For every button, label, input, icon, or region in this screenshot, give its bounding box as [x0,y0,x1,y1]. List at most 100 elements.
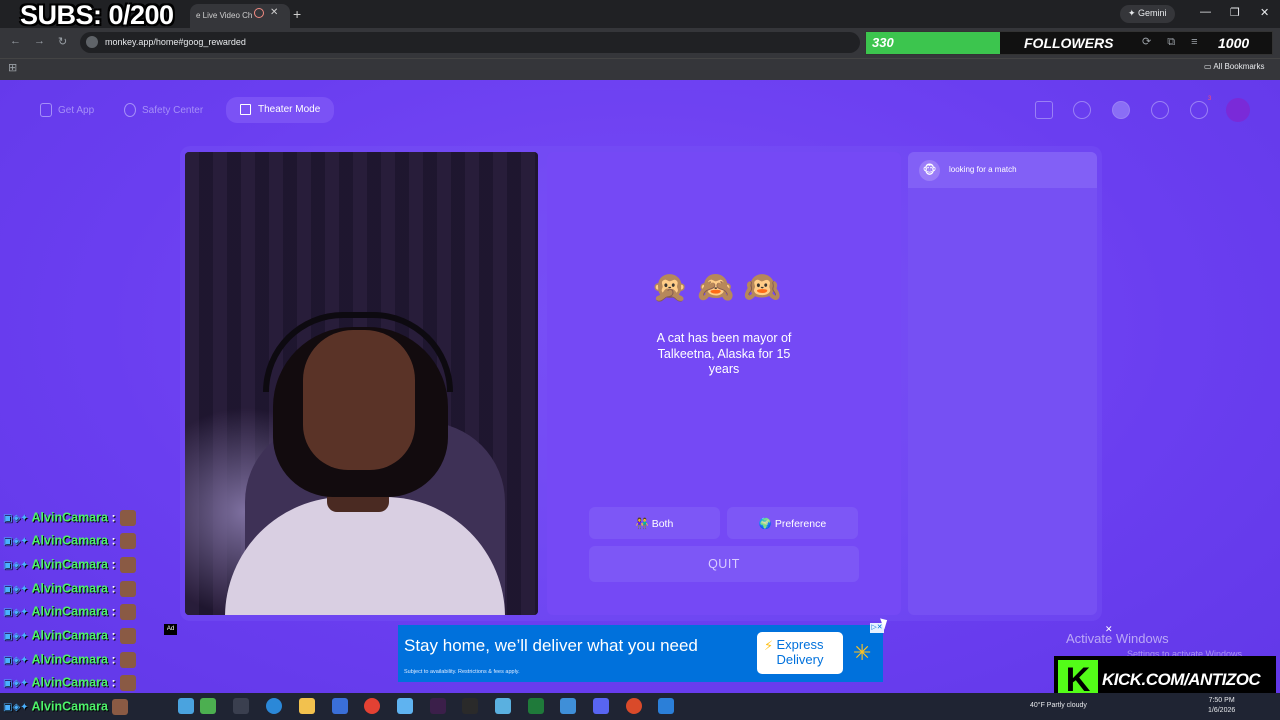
chat-colon: : [111,557,116,572]
clock-date: 1/6/2026 [1208,707,1236,714]
all-bookmarks-button[interactable]: ▭ All Bookmarks [1204,62,1264,71]
chat-username: AlvinCamara [31,581,108,596]
app-icon[interactable] [560,698,576,714]
lightning-icon: ⚡ [764,638,774,653]
app-icon[interactable] [397,698,413,714]
chat-message: ▣◈✦ AlvinCamara : [3,581,136,601]
chat-message: ▣◈✦ AlvinCamara : [3,675,136,695]
chrome-icon[interactable] [364,698,380,714]
emote-icon [111,699,128,715]
minimize-icon[interactable]: — [1200,6,1211,18]
emote-icon [119,581,136,597]
chat-icon[interactable] [1190,101,1208,119]
emote-icon [119,675,136,691]
weather-widget[interactable]: 40°F Partly cloudy [1030,702,1087,709]
store-icon[interactable] [1035,101,1053,119]
forward-icon[interactable]: → [34,35,45,47]
preference-label: Preference [774,518,827,530]
gemini-label: Gemini [1138,8,1167,18]
followers-goal: 1000 [1218,35,1250,51]
url-text: monkey.app/home#goog_rewarded [105,37,246,47]
couple-icon: 👫 [635,518,649,530]
globe-icon: 🌍 [758,518,772,530]
profile-icon[interactable] [1112,101,1130,119]
gemini-button[interactable]: ✦ Gemini [1120,5,1175,23]
chat-message: ▣◈✦ AlvinCamara : [3,604,136,624]
clock-time: 7:50 PM [1208,697,1235,704]
chat-badges-icon: ▣◈✦ [3,536,29,548]
maximize-icon[interactable]: ❐ [1230,6,1240,19]
chat-username: AlvinCamara [31,604,108,619]
chat-badges-icon: ▣◈✦ [3,655,29,667]
both-button[interactable]: 👫 Both [589,507,720,539]
subs-counter-overlay: SUBS: 0/200 [20,0,174,30]
chat-badges-icon: ▣◈✦ [3,702,29,714]
app-icon[interactable] [430,698,446,714]
quit-button[interactable]: QUIT [589,546,859,582]
chat-username: AlvinCamara [31,533,108,548]
search-icon[interactable] [1073,101,1091,119]
chat-colon: : [111,628,116,643]
app-icon[interactable] [200,698,216,714]
app-icon[interactable] [462,698,478,714]
preference-button[interactable]: 🌍 Preference [727,507,858,539]
reload-icon[interactable]: ↻ [58,35,67,48]
task-view-icon[interactable] [233,698,249,714]
user-avatar[interactable] [1226,98,1250,122]
back-icon[interactable]: ← [10,35,21,47]
chat-message: ▣◈✦ AlvinCamara : [3,533,136,553]
notification-badge: 3 [1208,96,1212,102]
discord-icon[interactable] [593,698,609,714]
address-bar[interactable]: monkey.app/home#goog_rewarded [80,32,860,53]
app-icon[interactable] [528,698,544,714]
chat-message: ▣◈✦ AlvinCamara : [3,557,136,577]
chat-badges-icon: ▣◈✦ [3,513,29,525]
new-tab-icon[interactable]: + [293,6,301,22]
chat-badges-icon: ▣◈✦ [3,584,29,596]
phone-icon [40,103,52,117]
file-explorer-icon[interactable] [299,698,315,714]
followers-label: FOLLOWERS [1024,35,1114,51]
app-icon[interactable] [626,698,642,714]
emote-icon [119,604,136,620]
get-app-button[interactable]: Get App [36,100,102,122]
chat-badges-icon: ▣◈✦ [3,560,29,572]
match-status-text: looking for a match [949,165,1017,174]
kick-url: KICK.COM/ANTIZOC [1102,670,1261,689]
history-icon[interactable] [1151,101,1169,119]
chat-badges-icon: ▣◈✦ [3,607,29,619]
chat-colon: : [111,675,116,690]
chat-badges-icon: ▣◈✦ [3,631,29,643]
site-info-icon[interactable] [86,36,98,48]
tab-title: e Live Video Ch [196,11,253,20]
taskbar-clock[interactable]: 7:50 PM 1/6/2026 [1208,696,1235,716]
app-icon[interactable] [495,698,511,714]
extension-icons: ⟳⧉≡ [1142,36,1214,48]
chat-username: AlvinCamara [31,675,108,690]
close-window-icon[interactable]: ✕ [1260,6,1269,19]
shield-icon [124,103,136,117]
theater-mode-button[interactable]: Theater Mode [226,97,335,123]
safety-center-button[interactable]: Safety Center [120,100,211,122]
emote-icon [119,628,136,644]
get-app-label: Get App [58,105,95,116]
apps-grid-icon[interactable]: ⊞ [8,61,17,74]
chat-message: ▣◈✦ AlvinCamara : [3,628,136,648]
ad-subtitle: Subject to availability. Restrictions & … [404,669,520,675]
chat-badges-icon: ▣◈✦ [3,678,29,690]
store-taskbar-icon[interactable] [332,698,348,714]
chat-username: AlvinCamara [31,652,108,667]
monkey-avatar-icon: 🐵 [919,160,940,181]
tab-close-icon[interactable]: ✕ [270,7,278,18]
app-icon[interactable] [178,698,194,714]
chat-colon: : [111,581,116,596]
fun-fact-text: A cat has been mayor of Talkeetna, Alask… [656,331,792,376]
chat-username: AlvinCamara [31,628,108,643]
chat-colon: : [111,604,116,619]
chat-username: AlvinCamara [31,699,108,714]
emote-icon [119,533,136,549]
recording-icon [254,8,264,18]
app-icon[interactable] [658,698,674,714]
followers-count: 330 [872,35,894,50]
edge-icon[interactable] [266,698,282,714]
